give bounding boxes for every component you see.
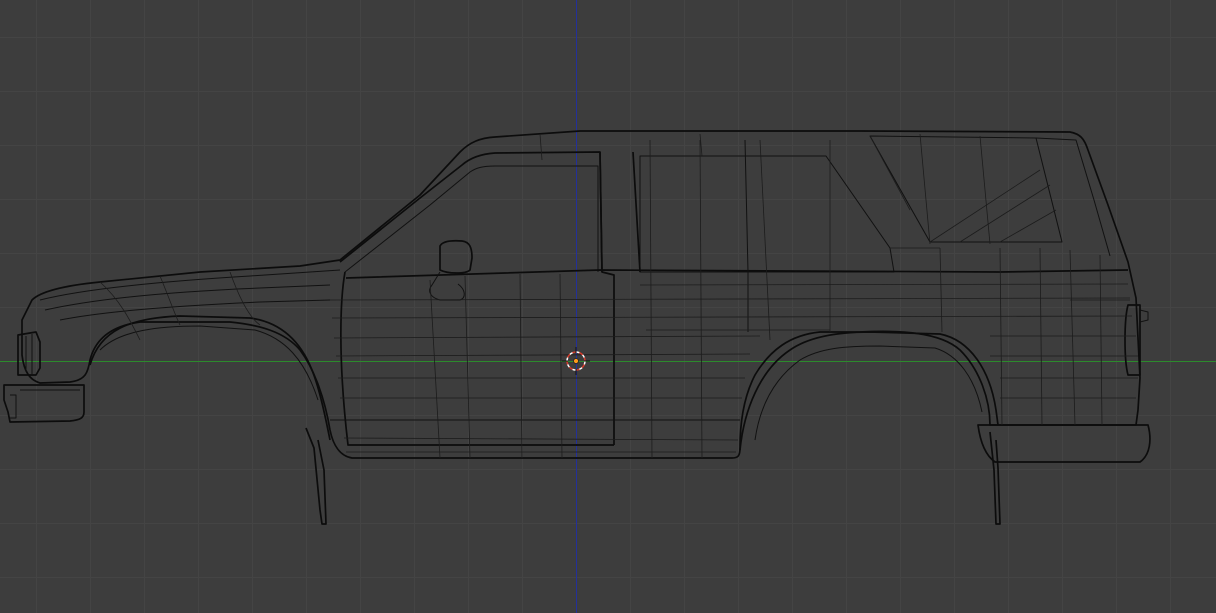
edge-loop-vertical [1069,249,1076,426]
body-outline [21,130,1141,459]
hood-line-4 [99,281,141,341]
edge-loop-vertical [539,133,543,161]
rear-pillar [744,139,749,332]
edge-loop-horizontal [639,283,1129,286]
rear-bumper [977,424,1151,463]
edge-loop-vertical [429,279,441,459]
body-edge-loops [329,133,1138,459]
viewport-canvas[interactable] [0,0,1216,613]
edge-loop-vertical [939,247,943,333]
edge-loop-vertical [759,139,771,341]
rear-glass [1035,137,1111,257]
3d-viewport[interactable] [0,0,1216,613]
side-mirror [439,239,473,274]
edge-loop-horizontal [331,315,1133,319]
front-door-cut [340,271,614,446]
rear-mudflap [989,431,1001,525]
edge-loop-vertical [979,135,991,245]
belt-line [345,269,1129,279]
rear-wheel-arch-inner [754,345,983,441]
edge-loop-vertical [999,247,1003,426]
tail-light-detail [1139,309,1149,323]
bumper-detail [10,389,80,419]
edge-loop-horizontal [329,297,1131,301]
edge-loop-diagonal [869,135,911,211]
object-origin-icon[interactable] [573,358,579,364]
b-pillar [599,151,615,445]
edge-loop-vertical [1039,247,1043,426]
edge-loop-vertical [1099,254,1103,426]
edge-loop-vertical [464,275,471,459]
edge-loop-horizontal [333,335,761,339]
hood-line-1 [39,269,341,301]
edge-loop-vertical [519,273,523,459]
edge-loop-diagonal [929,169,1041,243]
grille-line [25,334,33,374]
mirror-base [429,271,465,301]
edge-loop-vertical [559,273,563,459]
rear-door-window [639,155,895,273]
front-mudflap [305,427,327,525]
edge-loop-horizontal [335,353,751,357]
edge-loop-horizontal [343,437,739,441]
